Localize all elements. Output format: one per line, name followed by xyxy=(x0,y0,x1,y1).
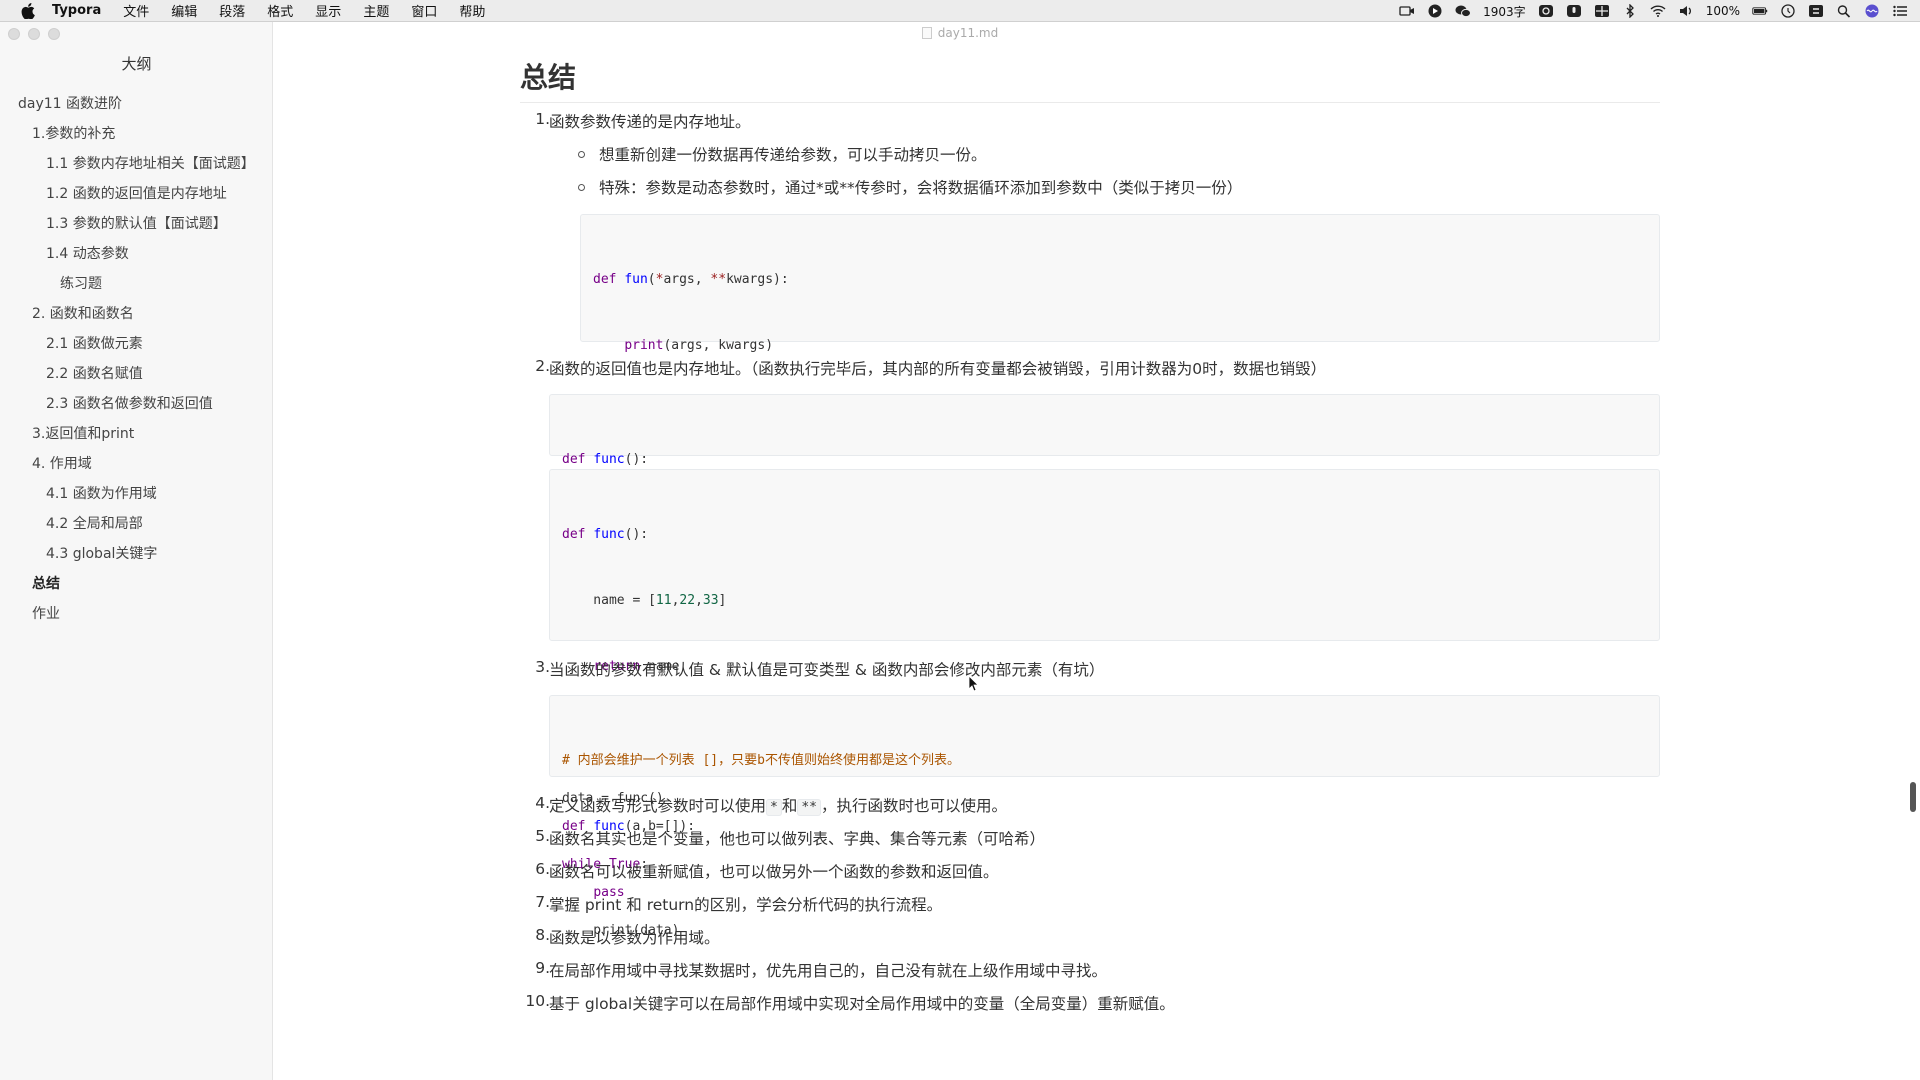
menu-bar: Typora 文件 编辑 段落 格式 显示 主题 窗口 帮助 1903字 100… xyxy=(0,0,1920,22)
outline-item[interactable]: 1.参数的补充 xyxy=(0,119,273,149)
menu-edit[interactable]: 编辑 xyxy=(171,1,197,20)
code-line: print(args, kwargs) xyxy=(624,338,774,353)
outline-title: 大纲 xyxy=(121,55,152,73)
code-comment: # 内部会维护一个列表 []，只要b不传值则始终使用都是这个列表。 xyxy=(562,753,960,768)
list-text: 函数是以参数为作用域。 xyxy=(549,929,720,947)
list-text: 在局部作用域中寻找某数据时，优先用自己的，自己没有就在上级作用域中寻找。 xyxy=(549,962,1108,980)
code-line: def func(): xyxy=(562,452,649,467)
spotlight-search-icon[interactable] xyxy=(1836,4,1852,18)
code-line: def fun(*args, **kwargs): xyxy=(593,272,789,287)
list-number: 7. xyxy=(535,893,550,911)
outline-item[interactable]: 3.返回值和print xyxy=(0,419,273,449)
outline-item[interactable]: 1.1 参数内存地址相关【面试题】 xyxy=(0,149,273,179)
outline-item[interactable]: day11 函数进阶 xyxy=(0,89,273,119)
outline-item[interactable]: 4.1 函数为作用域 xyxy=(0,479,273,509)
battery-percent[interactable]: 100% xyxy=(1706,4,1740,18)
list-text-part: ，执行函数时也可以使用。 xyxy=(821,797,1008,815)
list-text: 函数的返回值也是内存地址。（函数执行完毕后，其内部的所有变量都会被销毁，引用计数… xyxy=(549,360,1327,378)
code-block[interactable]: def func(): name = [11,22,33] return nam… xyxy=(549,469,1660,938)
battery-icon[interactable] xyxy=(1752,4,1768,18)
outline-item[interactable]: 1.4 动态参数 xyxy=(0,239,273,269)
document-icon xyxy=(921,27,932,39)
outline-item[interactable]: 4.3 global关键字 xyxy=(0,539,273,569)
code-line: def func(): xyxy=(562,527,649,542)
code-block[interactable]: # 内部会维护一个列表 []，只要b不传值则始终使用都是这个列表。 def fu… xyxy=(549,695,1660,900)
mouse-pointer-icon xyxy=(968,675,979,692)
list-number: 10. xyxy=(525,992,550,1010)
inline-code: * xyxy=(766,799,782,816)
list-text: 函数参数传递的是内存地址。 xyxy=(549,113,751,131)
outline-item[interactable]: 4. 作用域 xyxy=(0,449,273,479)
screen-record-icon[interactable] xyxy=(1399,4,1415,18)
menu-view[interactable]: 显示 xyxy=(315,1,341,20)
outline-item[interactable]: 2.2 函数名赋值 xyxy=(0,359,273,389)
window-title: day11.md xyxy=(0,22,1920,44)
outline-item[interactable]: 1.2 函数的返回值是内存地址 xyxy=(0,179,273,209)
window-filename: day11.md xyxy=(937,26,999,40)
typora-window: 大纲 day11 函数进阶 1.参数的补充 1.1 参数内存地址相关【面试题】 … xyxy=(0,22,1920,1080)
vertical-scrollbar[interactable] xyxy=(1910,782,1916,812)
bullet-circle-icon xyxy=(578,184,585,191)
list-text: 基于 global关键字可以在局部作用域中实现对全局作用域中的变量（全局变量）重… xyxy=(549,995,1175,1013)
bullet-text: 想重新创建一份数据再传递给参数，可以手动拷贝一份。 xyxy=(599,146,987,164)
code-block[interactable]: def fun(*args, **kwargs): print(args, kw… xyxy=(580,214,1660,551)
code-line: name = [11,22,33] xyxy=(562,593,727,608)
outline-item[interactable]: 4.2 全局和局部 xyxy=(0,509,273,539)
list-number: 5. xyxy=(535,827,550,845)
volume-icon[interactable] xyxy=(1678,4,1694,18)
wifi-icon[interactable] xyxy=(1650,4,1666,18)
outline-sidebar: 大纲 day11 函数进阶 1.参数的补充 1.1 参数内存地址相关【面试题】 … xyxy=(0,22,273,1080)
menu-theme[interactable]: 主题 xyxy=(363,1,389,20)
bullet-text: 特殊：参数是动态参数时，通过*或**传参时，会将数据循环添加到参数中（类似于拷贝… xyxy=(599,179,1243,197)
list-text: 函数名可以被重新赋值，也可以做另外一个函数的参数和返回值。 xyxy=(549,863,999,881)
list-number: 8. xyxy=(535,926,550,944)
list-text: 当函数的参数有默认值 & 默认值是可变类型 & 函数内部会修改内部元素（有坑） xyxy=(549,661,1105,679)
list-text-part: 和 xyxy=(781,797,798,815)
code-block[interactable]: def func(): name = [11,22,33] xyxy=(549,394,1660,533)
clock-icon[interactable] xyxy=(1780,4,1796,18)
wechat-icon[interactable] xyxy=(1455,4,1472,18)
sync-icon[interactable] xyxy=(1808,4,1824,18)
menu-file[interactable]: 文件 xyxy=(123,1,149,20)
outline-item[interactable]: 练习题 xyxy=(0,269,273,299)
list-number: 4. xyxy=(535,794,550,812)
list-number: 1. xyxy=(535,110,550,128)
bullet-circle-icon xyxy=(578,151,585,158)
mic-icon[interactable] xyxy=(1566,4,1582,18)
headset-icon[interactable] xyxy=(1538,4,1554,18)
status-tray: 1903字 100% xyxy=(1399,0,1908,22)
inline-code: ** xyxy=(797,799,822,816)
list-number: 6. xyxy=(535,860,550,878)
list-text: 定义函数写形式参数时可以使用 * 和 ** ，执行函数时也可以使用。 xyxy=(549,794,1007,816)
siri-icon[interactable] xyxy=(1864,4,1880,18)
outline-item-active[interactable]: 总结 xyxy=(0,569,273,599)
outline-list: day11 函数进阶 1.参数的补充 1.1 参数内存地址相关【面试题】 1.2… xyxy=(0,89,273,629)
section-heading[interactable]: 总结 xyxy=(520,56,1660,103)
list-number: 9. xyxy=(535,959,550,977)
outline-item[interactable]: 作业 xyxy=(0,599,273,629)
outline-item[interactable]: 1.3 参数的默认值【面试题】 xyxy=(0,209,273,239)
menu-window[interactable]: 窗口 xyxy=(411,1,437,20)
list-number: 3. xyxy=(535,658,550,676)
menu-app-name[interactable]: Typora xyxy=(52,3,101,18)
word-count[interactable]: 1903字 xyxy=(1483,3,1526,20)
bluetooth-icon[interactable] xyxy=(1622,4,1638,18)
menu-paragraph[interactable]: 段落 xyxy=(219,1,245,20)
notification-center-icon[interactable] xyxy=(1892,4,1908,18)
list-number: 2. xyxy=(535,357,550,375)
grid-icon[interactable] xyxy=(1594,4,1610,18)
list-text: 掌握 print 和 return的区别，学会分析代码的执行流程。 xyxy=(549,896,943,914)
outline-item[interactable]: 2. 函数和函数名 xyxy=(0,299,273,329)
list-text: 函数名其实也是个变量，他也可以做列表、字典、集合等元素（可哈希） xyxy=(549,830,1046,848)
apple-menu-icon[interactable] xyxy=(20,2,36,19)
list-text-part: 定义函数写形式参数时可以使用 xyxy=(549,797,767,815)
menu-help[interactable]: 帮助 xyxy=(459,1,485,20)
outline-item[interactable]: 2.3 函数名做参数和返回值 xyxy=(0,389,273,419)
outline-item[interactable]: 2.1 函数做元素 xyxy=(0,329,273,359)
play-icon[interactable] xyxy=(1427,4,1443,18)
menu-format[interactable]: 格式 xyxy=(267,1,293,20)
